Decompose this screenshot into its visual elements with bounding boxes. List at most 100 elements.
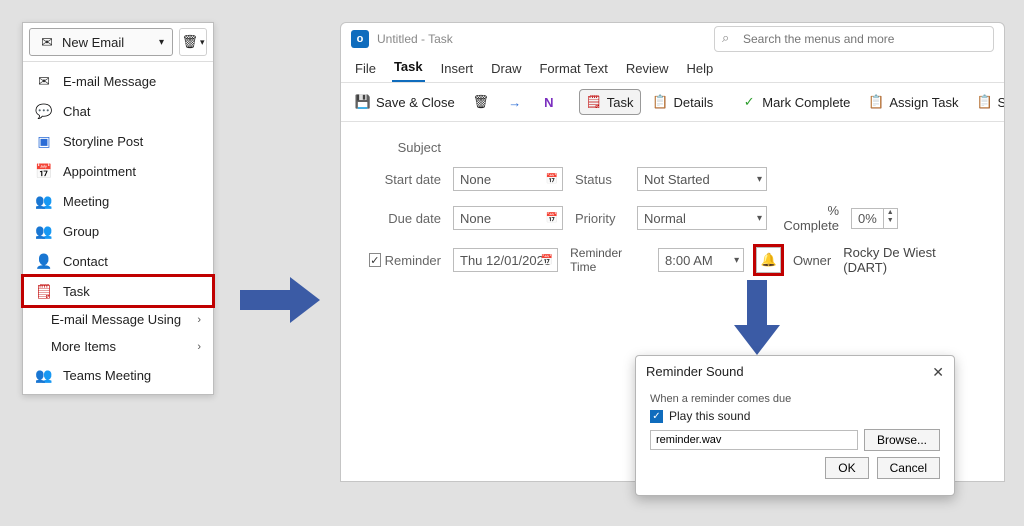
ok-button[interactable]: OK: [825, 457, 868, 479]
menu-appointment[interactable]: 📅 Appointment: [23, 156, 213, 186]
spinner-up-icon[interactable]: ▲: [884, 209, 897, 217]
ribbon-label: Details: [674, 95, 714, 110]
field-value: Thu 12/01/2023: [460, 253, 551, 268]
ribbon-tabs: File Task Insert Draw Format Text Review…: [341, 55, 1004, 83]
check-icon: ✓: [741, 94, 757, 110]
search-input[interactable]: [714, 26, 994, 52]
menu-label: Task: [63, 284, 90, 299]
browse-button[interactable]: Browse...: [864, 429, 940, 451]
reminder-label: Reminder: [385, 253, 441, 268]
subject-label: Subject: [369, 140, 441, 155]
menu-label: Appointment: [63, 164, 136, 179]
mail-icon: ✉: [35, 72, 53, 90]
status-label: Status: [575, 172, 625, 187]
menu-label: More Items: [51, 339, 116, 354]
menu-group[interactable]: 👥 Group: [23, 216, 213, 246]
new-email-label: New Email: [62, 35, 124, 50]
status-field[interactable]: Not Started: [637, 167, 767, 191]
menu-email-message[interactable]: ✉ E-mail Message: [23, 66, 213, 96]
menu-label: Group: [63, 224, 99, 239]
menu-label: E-mail Message Using: [51, 312, 181, 327]
spinner-down-icon[interactable]: ▼: [884, 217, 897, 225]
field-value: 0%: [852, 209, 883, 228]
bell-icon: 🔔: [760, 252, 776, 268]
pct-complete-field[interactable]: 0%▲▼: [851, 208, 898, 229]
tab-draw[interactable]: Draw: [489, 57, 523, 82]
report-icon: 📋: [977, 94, 993, 110]
menu-email-using[interactable]: E-mail Message Using›: [23, 306, 213, 333]
play-sound-label: Play this sound: [669, 409, 750, 423]
menu-label: Contact: [63, 254, 108, 269]
new-email-button[interactable]: ✉ New Email ▾: [29, 28, 173, 56]
field-value: Normal: [644, 211, 686, 226]
window-title: Untitled - Task: [377, 32, 453, 46]
tab-file[interactable]: File: [353, 57, 378, 82]
task-icon: 🗒: [586, 94, 602, 110]
onenote-button[interactable]: N: [535, 90, 563, 114]
tab-task[interactable]: Task: [392, 55, 425, 82]
menu-more-items[interactable]: More Items›: [23, 333, 213, 360]
group-icon: 👥: [35, 222, 53, 240]
titlebar: o Untitled - Task: [341, 23, 1004, 55]
trash-icon: 🗑: [473, 94, 489, 110]
new-email-dropdown: ✉ New Email ▾ 🗑 ▾ ✉E-mail Message 💬Chat …: [22, 22, 214, 395]
reminder-time-field[interactable]: 8:00 AM: [658, 248, 744, 272]
menu-task[interactable]: 🗒Task: [23, 276, 213, 306]
menu-contact[interactable]: 👤Contact: [23, 246, 213, 276]
start-date-field[interactable]: None: [453, 167, 563, 191]
mark-complete-button[interactable]: ✓Mark Complete: [735, 90, 856, 114]
storyline-icon: ▣: [35, 132, 53, 150]
tab-format-text[interactable]: Format Text: [537, 57, 609, 82]
meeting-icon: 👥: [35, 192, 53, 210]
chevron-down-icon: ▾: [159, 37, 164, 48]
dialog-title: Reminder Sound: [646, 364, 744, 381]
menu-label: Storyline Post: [63, 134, 143, 149]
outlook-icon: o: [351, 30, 369, 48]
forward-icon: →: [507, 94, 523, 110]
priority-field[interactable]: Normal: [637, 206, 767, 230]
menu-storyline-post[interactable]: ▣ Storyline Post: [23, 126, 213, 156]
field-value: 8:00 AM: [665, 253, 713, 268]
ribbon-label: Send Status Report: [998, 95, 1005, 110]
onenote-icon: N: [541, 94, 557, 110]
tab-help[interactable]: Help: [685, 57, 716, 82]
forward-button[interactable]: →: [501, 90, 529, 114]
save-close-button[interactable]: 💾Save & Close: [349, 90, 461, 114]
delete-button[interactable]: 🗑: [467, 90, 495, 114]
reminder-checkbox[interactable]: ✓: [369, 253, 381, 267]
sound-file-input[interactable]: [650, 430, 858, 450]
trash-icon: 🗑: [181, 34, 198, 50]
due-date-field[interactable]: None: [453, 206, 563, 230]
field-value: None: [460, 211, 491, 226]
ribbon: 💾Save & Close 🗑 → N 🗒Task 📋Details ✓Mark…: [341, 83, 1004, 122]
owner-value: Rocky De Wiest (DART): [843, 245, 976, 275]
delete-button[interactable]: 🗑 ▾: [179, 28, 207, 56]
cancel-button[interactable]: Cancel: [877, 457, 940, 479]
reminder-date-field[interactable]: Thu 12/01/2023: [453, 248, 558, 272]
reminder-sound-button[interactable]: 🔔: [756, 247, 781, 273]
menu-label: E-mail Message: [63, 74, 156, 89]
menu-chat[interactable]: 💬Chat: [23, 96, 213, 126]
pct-complete-label: % Complete: [779, 203, 839, 233]
menu-teams-meeting[interactable]: 👥Teams Meeting: [23, 360, 213, 390]
tab-review[interactable]: Review: [624, 57, 671, 82]
task-form: Subject Start date None Status Not Start…: [341, 122, 1004, 305]
owner-label: Owner: [793, 253, 831, 268]
assign-task-button[interactable]: 📋Assign Task: [862, 90, 964, 114]
field-value: None: [460, 172, 491, 187]
dialog-subtitle: When a reminder comes due: [650, 393, 940, 405]
send-status-button[interactable]: 📋 Send Status Report: [971, 90, 1005, 114]
reminder-sound-dialog: Reminder Sound ✕ When a reminder comes d…: [635, 355, 955, 496]
calendar-icon: 📅: [35, 162, 53, 180]
play-sound-checkbox[interactable]: ✓: [650, 410, 663, 423]
reminder-time-label: Reminder Time: [570, 246, 646, 274]
ribbon-label: Save & Close: [376, 95, 455, 110]
close-button[interactable]: ✕: [932, 364, 944, 381]
instruction-arrow-down: [732, 280, 782, 355]
details-button[interactable]: 📋Details: [647, 90, 720, 114]
instruction-arrow-right: [240, 275, 320, 325]
teams-icon: 👥: [35, 366, 53, 384]
tab-insert[interactable]: Insert: [439, 57, 476, 82]
task-view-button[interactable]: 🗒Task: [579, 89, 641, 115]
menu-meeting[interactable]: 👥Meeting: [23, 186, 213, 216]
